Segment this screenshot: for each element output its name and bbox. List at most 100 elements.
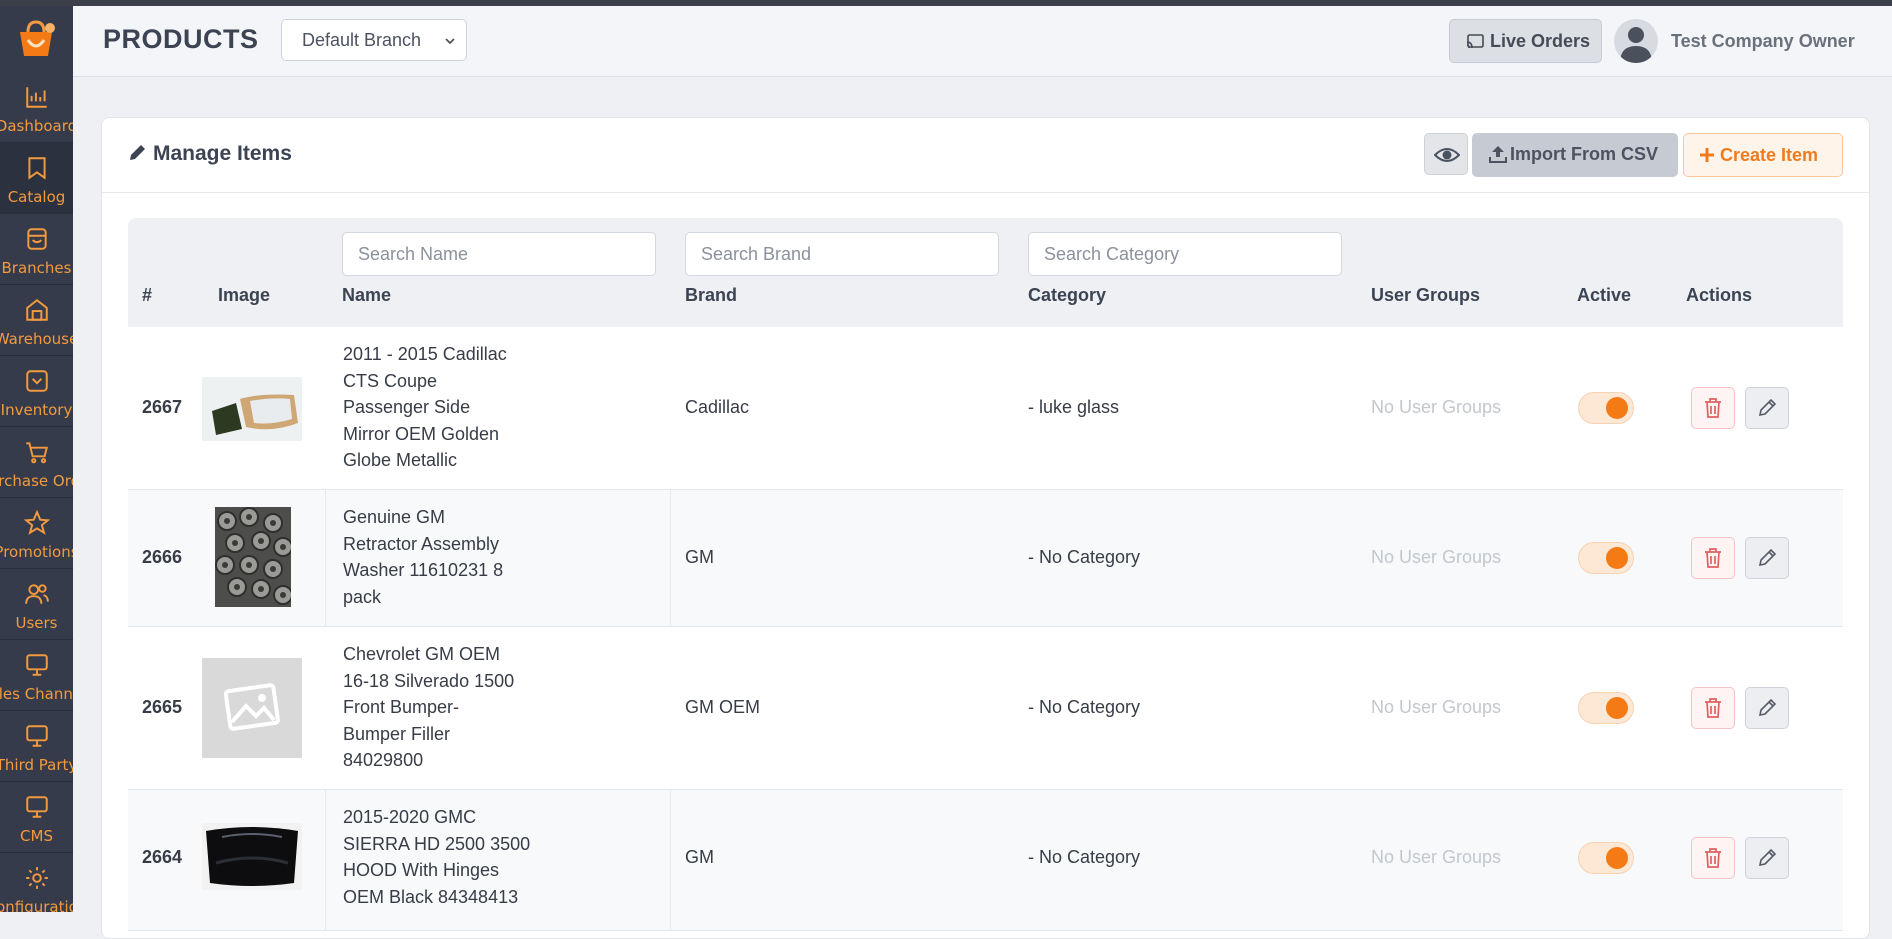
table-row[interactable]: 2665 Chevrolet GM OEM 16-18 Silverado 150…	[128, 627, 1843, 790]
pencil-icon	[1758, 398, 1777, 417]
cart-icon	[25, 442, 48, 464]
sidebar-item-promotions[interactable]: Promotions	[0, 498, 73, 569]
item-brand: GM	[685, 547, 714, 567]
placeholder-image-icon	[202, 658, 302, 758]
active-toggle[interactable]	[1578, 392, 1634, 424]
item-category: - No Category	[1028, 547, 1141, 567]
sidebar-item-label: Warehouse	[0, 330, 73, 348]
star-icon	[23, 510, 50, 535]
page-title: PRODUCTS	[103, 24, 259, 54]
sidebar-item-label: Promotions	[0, 543, 73, 561]
items-table: # Image Name Brand Category User Groups …	[128, 218, 1843, 931]
sidebar-item-label: Purchase Orders	[0, 472, 73, 490]
bookmark-icon	[27, 157, 46, 180]
product-image-mirror	[202, 377, 302, 441]
sidebar-item-dashboard[interactable]: Dashboard	[0, 72, 73, 143]
item-category: - No Category	[1028, 847, 1141, 867]
column-header-user-groups: User Groups	[1371, 285, 1481, 305]
create-item-button[interactable]: Create Item	[1683, 133, 1843, 177]
sidebar-item-catalog[interactable]: Catalog	[0, 143, 73, 214]
live-orders-button[interactable]: Live Orders	[1449, 19, 1602, 63]
table-row[interactable]: 2664 2015-2020 GMC SIERRA HD 2500 3500 HOO…	[128, 790, 1843, 931]
sidebar-item-label: Sales Channels	[0, 685, 73, 703]
cast-icon	[1466, 34, 1484, 49]
active-toggle[interactable]	[1578, 692, 1634, 724]
sidebar-item-label: Configuration	[0, 898, 73, 912]
item-user-groups: No User Groups	[1371, 547, 1502, 567]
import-csv-label: Import From CSV	[1510, 144, 1659, 164]
trash-icon	[1705, 398, 1721, 418]
item-id: 2665	[142, 697, 183, 717]
pencil-icon	[1758, 698, 1777, 717]
search-name-input[interactable]	[342, 232, 656, 276]
product-image-washers	[215, 507, 291, 607]
create-item-label: Create Item	[1720, 145, 1819, 165]
user-name[interactable]: Test Company Owner	[1671, 31, 1855, 52]
active-toggle[interactable]	[1578, 842, 1634, 874]
edit-button[interactable]	[1745, 387, 1789, 429]
import-csv-button[interactable]: Import From CSV	[1472, 133, 1678, 177]
sidebar-item-branches[interactable]: Branches	[0, 214, 73, 285]
card-title-text: Manage Items	[153, 142, 292, 165]
row-divider	[325, 790, 326, 930]
sidebar-item-label: CMS	[20, 827, 53, 845]
table-row[interactable]: 2667 2011 - 2015 Cadillac CTS Coupe Passen…	[128, 327, 1843, 490]
sidebar-item-warehouse[interactable]: Warehouse	[0, 285, 73, 356]
item-brand: GM OEM	[685, 697, 760, 717]
card-title: Manage Items	[127, 142, 292, 166]
user-avatar-icon	[1620, 27, 1652, 63]
sidebar-item-third-party[interactable]: Third Party	[0, 711, 73, 782]
delete-button[interactable]	[1691, 537, 1735, 579]
app-logo[interactable]	[14, 18, 58, 62]
column-header-category[interactable]: Category	[1028, 285, 1106, 306]
sidebar-item-users[interactable]: Users	[0, 569, 73, 640]
toggle-visibility-button[interactable]	[1424, 133, 1468, 175]
trash-icon	[1705, 698, 1721, 718]
chart-icon	[25, 87, 47, 108]
branch-select-value: Default Branch	[302, 30, 422, 50]
gear-icon	[25, 867, 48, 889]
item-id: 2666	[142, 547, 183, 567]
sidebar-item-inventory[interactable]: Inventory	[0, 356, 73, 427]
warehouse-icon	[25, 299, 48, 321]
sidebar-item-label: Dashboard	[0, 117, 73, 135]
item-name: Chevrolet GM OEM 16-18 Silverado 1500 Fron…	[343, 644, 515, 770]
item-user-groups: No User Groups	[1371, 697, 1502, 717]
sidebar-item-label: Inventory	[0, 401, 73, 419]
sidebar-item-label: Branches	[1, 259, 72, 277]
column-header-name[interactable]: Name	[342, 285, 391, 306]
item-name: 2011 - 2015 Cadillac CTS Coupe Passenger S…	[343, 344, 507, 470]
store-icon	[26, 228, 47, 250]
active-toggle[interactable]	[1578, 542, 1634, 574]
delete-button[interactable]	[1691, 837, 1735, 879]
pencil-icon	[1758, 548, 1777, 567]
item-name: Genuine GM Retractor Assembly Washer 11610…	[343, 507, 504, 607]
item-id: 2664	[142, 847, 183, 867]
delete-button[interactable]	[1691, 687, 1735, 729]
delete-button[interactable]	[1691, 387, 1735, 429]
sidebar-item-purchase-orders[interactable]: Purchase Orders	[0, 427, 73, 498]
trash-icon	[1705, 848, 1721, 868]
plus-icon	[1700, 148, 1714, 162]
edit-button[interactable]	[1745, 837, 1789, 879]
column-header-id[interactable]: #	[142, 285, 152, 306]
pencil-icon	[1758, 848, 1777, 867]
eye-icon	[1434, 148, 1460, 162]
users-icon	[24, 584, 49, 604]
column-header-image: Image	[218, 285, 271, 305]
avatar[interactable]	[1614, 19, 1658, 63]
search-category-input[interactable]	[1028, 232, 1342, 276]
column-header-brand[interactable]: Brand	[685, 285, 737, 306]
edit-button[interactable]	[1745, 687, 1789, 729]
sidebar-item-configuration[interactable]: Configuration	[0, 853, 73, 912]
item-category: - No Category	[1028, 697, 1141, 717]
edit-button[interactable]	[1745, 537, 1789, 579]
sidebar-item-label: Third Party	[0, 756, 73, 774]
table-row[interactable]: 2666 Genuine GM Retractor Assembly Washer …	[128, 490, 1843, 627]
manage-items-card: Manage Items Import From CSV Create Item…	[101, 117, 1870, 939]
branch-select[interactable]: Default Branch	[281, 19, 467, 61]
search-brand-input[interactable]	[685, 232, 999, 276]
sidebar-item-cms[interactable]: CMS	[0, 782, 73, 853]
sidebar-item-label: Catalog	[7, 188, 66, 206]
sidebar-item-sales-channels[interactable]: Sales Channels	[0, 640, 73, 711]
